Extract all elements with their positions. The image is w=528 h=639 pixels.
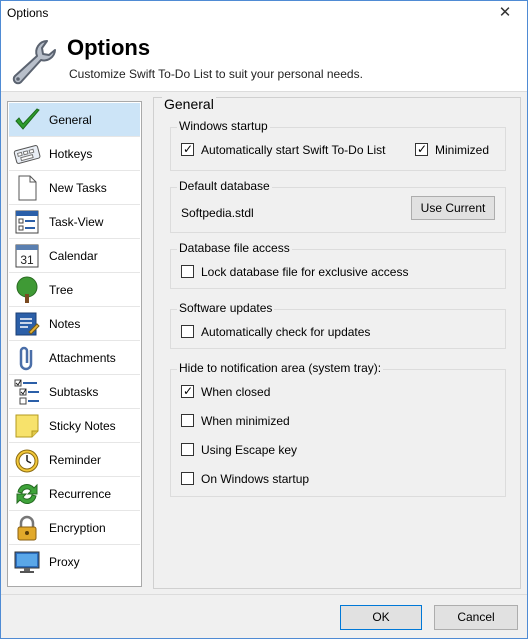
- sidebar-item-hotkeys[interactable]: Hotkeys: [9, 137, 140, 171]
- category-list: General Hotkeys New Tasks Task-View 31 C…: [7, 101, 142, 587]
- lock-database-checkbox[interactable]: Lock database file for exclusive access: [181, 264, 461, 280]
- page-title: Options: [67, 35, 151, 60]
- tree-icon: [16, 276, 38, 303]
- monitor-icon: [14, 551, 40, 573]
- options-window: Options ✕ Options Customize Swift To-Do …: [0, 0, 528, 639]
- svg-text:31: 31: [20, 253, 34, 267]
- windows-startup-title: Windows startup: [177, 119, 270, 133]
- ok-button[interactable]: OK: [340, 605, 422, 630]
- tray-when-closed-checkbox[interactable]: ✓ When closed: [181, 384, 331, 400]
- sidebar-item-task-view[interactable]: Task-View: [9, 205, 140, 239]
- system-tray-group: Hide to notification area (system tray):…: [170, 361, 506, 497]
- subtasks-icon: [14, 379, 39, 405]
- check-icon: ✓: [416, 142, 428, 156]
- database-access-group: Database file access Lock database file …: [170, 241, 506, 289]
- sidebar-item-sticky-notes[interactable]: Sticky Notes: [9, 409, 140, 443]
- dialog-footer: OK Cancel: [1, 594, 527, 638]
- calendar-icon: 31: [15, 244, 39, 268]
- sticky-note-icon: [15, 414, 39, 438]
- sidebar-item-general[interactable]: General: [9, 103, 140, 137]
- sidebar-item-new-tasks[interactable]: New Tasks: [9, 171, 140, 205]
- cancel-button[interactable]: Cancel: [434, 605, 518, 630]
- sidebar-item-encryption[interactable]: Encryption: [9, 511, 140, 545]
- paperclip-icon: [19, 346, 33, 371]
- minimized-checkbox[interactable]: ✓ Minimized: [415, 142, 495, 158]
- sidebar-item-calendar[interactable]: 31 Calendar: [9, 239, 140, 273]
- wrench-icon: [12, 40, 56, 85]
- auto-start-checkbox[interactable]: ✓ Automatically start Swift To-Do List: [181, 142, 396, 158]
- sidebar-item-attachments[interactable]: Attachments: [9, 341, 140, 375]
- header-banner: Options Customize Swift To-Do List to su…: [1, 27, 527, 92]
- task-list-icon: [15, 210, 39, 234]
- sidebar-item-subtasks[interactable]: Subtasks: [9, 375, 140, 409]
- window-title: Options: [7, 6, 49, 20]
- use-current-button[interactable]: Use Current: [411, 196, 495, 220]
- close-icon[interactable]: ✕: [483, 1, 527, 27]
- software-updates-title: Software updates: [177, 301, 275, 315]
- database-filename: Softpedia.stdl: [181, 206, 254, 220]
- default-database-group: Default database Softpedia.stdl Use Curr…: [170, 179, 506, 233]
- database-access-title: Database file access: [177, 241, 292, 255]
- padlock-icon: [17, 515, 37, 541]
- recurrence-icon: [16, 483, 38, 505]
- software-updates-group: Software updates Automatically check for…: [170, 301, 506, 349]
- page-subtitle: Customize Swift To-Do List to suit your …: [69, 67, 363, 81]
- windows-startup-group: Windows startup ✓ Automatically start Sw…: [170, 119, 506, 171]
- sidebar-item-proxy[interactable]: Proxy: [9, 545, 140, 579]
- new-document-icon: [18, 175, 37, 201]
- tray-windows-startup-checkbox[interactable]: On Windows startup: [181, 471, 341, 487]
- tray-escape-key-checkbox[interactable]: Using Escape key: [181, 442, 331, 458]
- sidebar-item-reminder[interactable]: Reminder: [9, 443, 140, 477]
- general-settings-panel: General Windows startup ✓ Automatically …: [153, 96, 521, 589]
- sidebar-item-tree[interactable]: Tree: [9, 273, 140, 307]
- check-updates-checkbox[interactable]: Automatically check for updates: [181, 324, 421, 340]
- check-icon: ✓: [182, 142, 194, 156]
- check-icon: ✓: [182, 384, 194, 398]
- keyboard-icon: [13, 145, 41, 164]
- notes-icon: [15, 312, 40, 336]
- tray-when-minimized-checkbox[interactable]: When minimized: [181, 413, 331, 429]
- sidebar-item-recurrence[interactable]: Recurrence: [9, 477, 140, 511]
- panel-title: General: [162, 96, 216, 112]
- default-database-title: Default database: [177, 179, 272, 193]
- sidebar-item-notes[interactable]: Notes: [9, 307, 140, 341]
- title-bar: Options ✕: [1, 1, 527, 27]
- checkmark-icon: [15, 108, 40, 130]
- alarm-clock-icon: [15, 449, 39, 473]
- system-tray-title: Hide to notification area (system tray):: [177, 361, 384, 375]
